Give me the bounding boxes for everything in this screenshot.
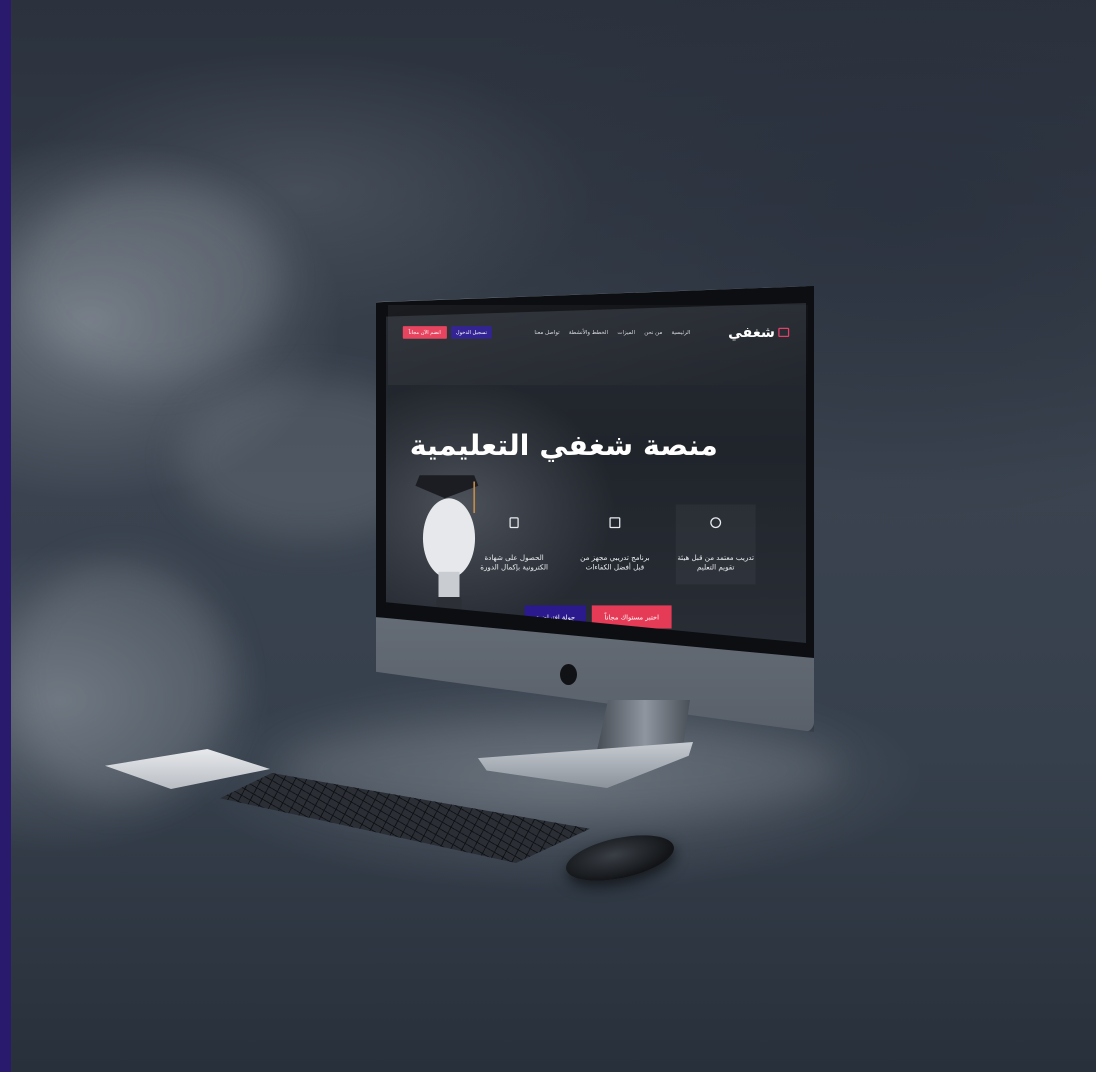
certificate-icon <box>509 517 519 529</box>
screen-display: شغفي الرئيسية من نحن الميزات الخطط والأن… <box>386 303 806 643</box>
header-actions: تسجيل الدخول انضم الآن مجاناً <box>402 326 493 339</box>
cloud <box>20 180 280 380</box>
feature-program: برنامج تدريبي مجهز من قبل أفضل الكفاءات <box>575 505 655 585</box>
medal-icon <box>710 517 722 529</box>
main-nav: الرئيسية من نحن الميزات الخطط والأنشطة ت… <box>534 329 690 335</box>
feature-text: برنامج تدريبي مجهز من قبل أفضل الكفاءات <box>580 553 650 572</box>
logo-text: شغفي <box>728 324 775 341</box>
nav-item-home[interactable]: الرئيسية <box>671 329 690 335</box>
nav-item-about[interactable]: من نحن <box>644 329 662 335</box>
login-button[interactable]: تسجيل الدخول <box>450 326 493 339</box>
feature-accredited: تدريب معتمد من قبل هيئة تقويم التعليم <box>675 504 756 585</box>
nav-item-features[interactable]: الميزات <box>617 329 635 335</box>
frame-accent-bar <box>0 0 11 1072</box>
features-list: تدريب معتمد من قبل هيئة تقويم التعليم بر… <box>474 504 756 585</box>
nav-item-contact[interactable]: تواصل معنا <box>534 329 559 335</box>
graduation-cap-icon <box>415 475 479 499</box>
feature-text: تدريب معتمد من قبل هيئة تقويم التعليم <box>677 553 755 572</box>
apple-logo-icon <box>560 664 577 685</box>
hero-title: منصة شغفي التعليمية <box>409 429 718 463</box>
feature-certificate: الحصول على شهادة الكترونية بإكمال الدورة <box>474 505 554 585</box>
nav-item-plans[interactable]: الخطط والأنشطة <box>569 329 608 335</box>
book-icon <box>609 517 621 529</box>
site-header: شغفي الرئيسية من نحن الميزات الخطط والأن… <box>386 320 806 345</box>
site-logo[interactable]: شغفي <box>728 324 790 341</box>
feature-text: الحصول على شهادة الكترونية بإكمال الدورة <box>480 553 548 572</box>
website: شغفي الرئيسية من نحن الميزات الخطط والأن… <box>386 303 806 643</box>
logo-icon <box>778 327 790 338</box>
join-free-button[interactable]: انضم الآن مجاناً <box>402 326 447 339</box>
